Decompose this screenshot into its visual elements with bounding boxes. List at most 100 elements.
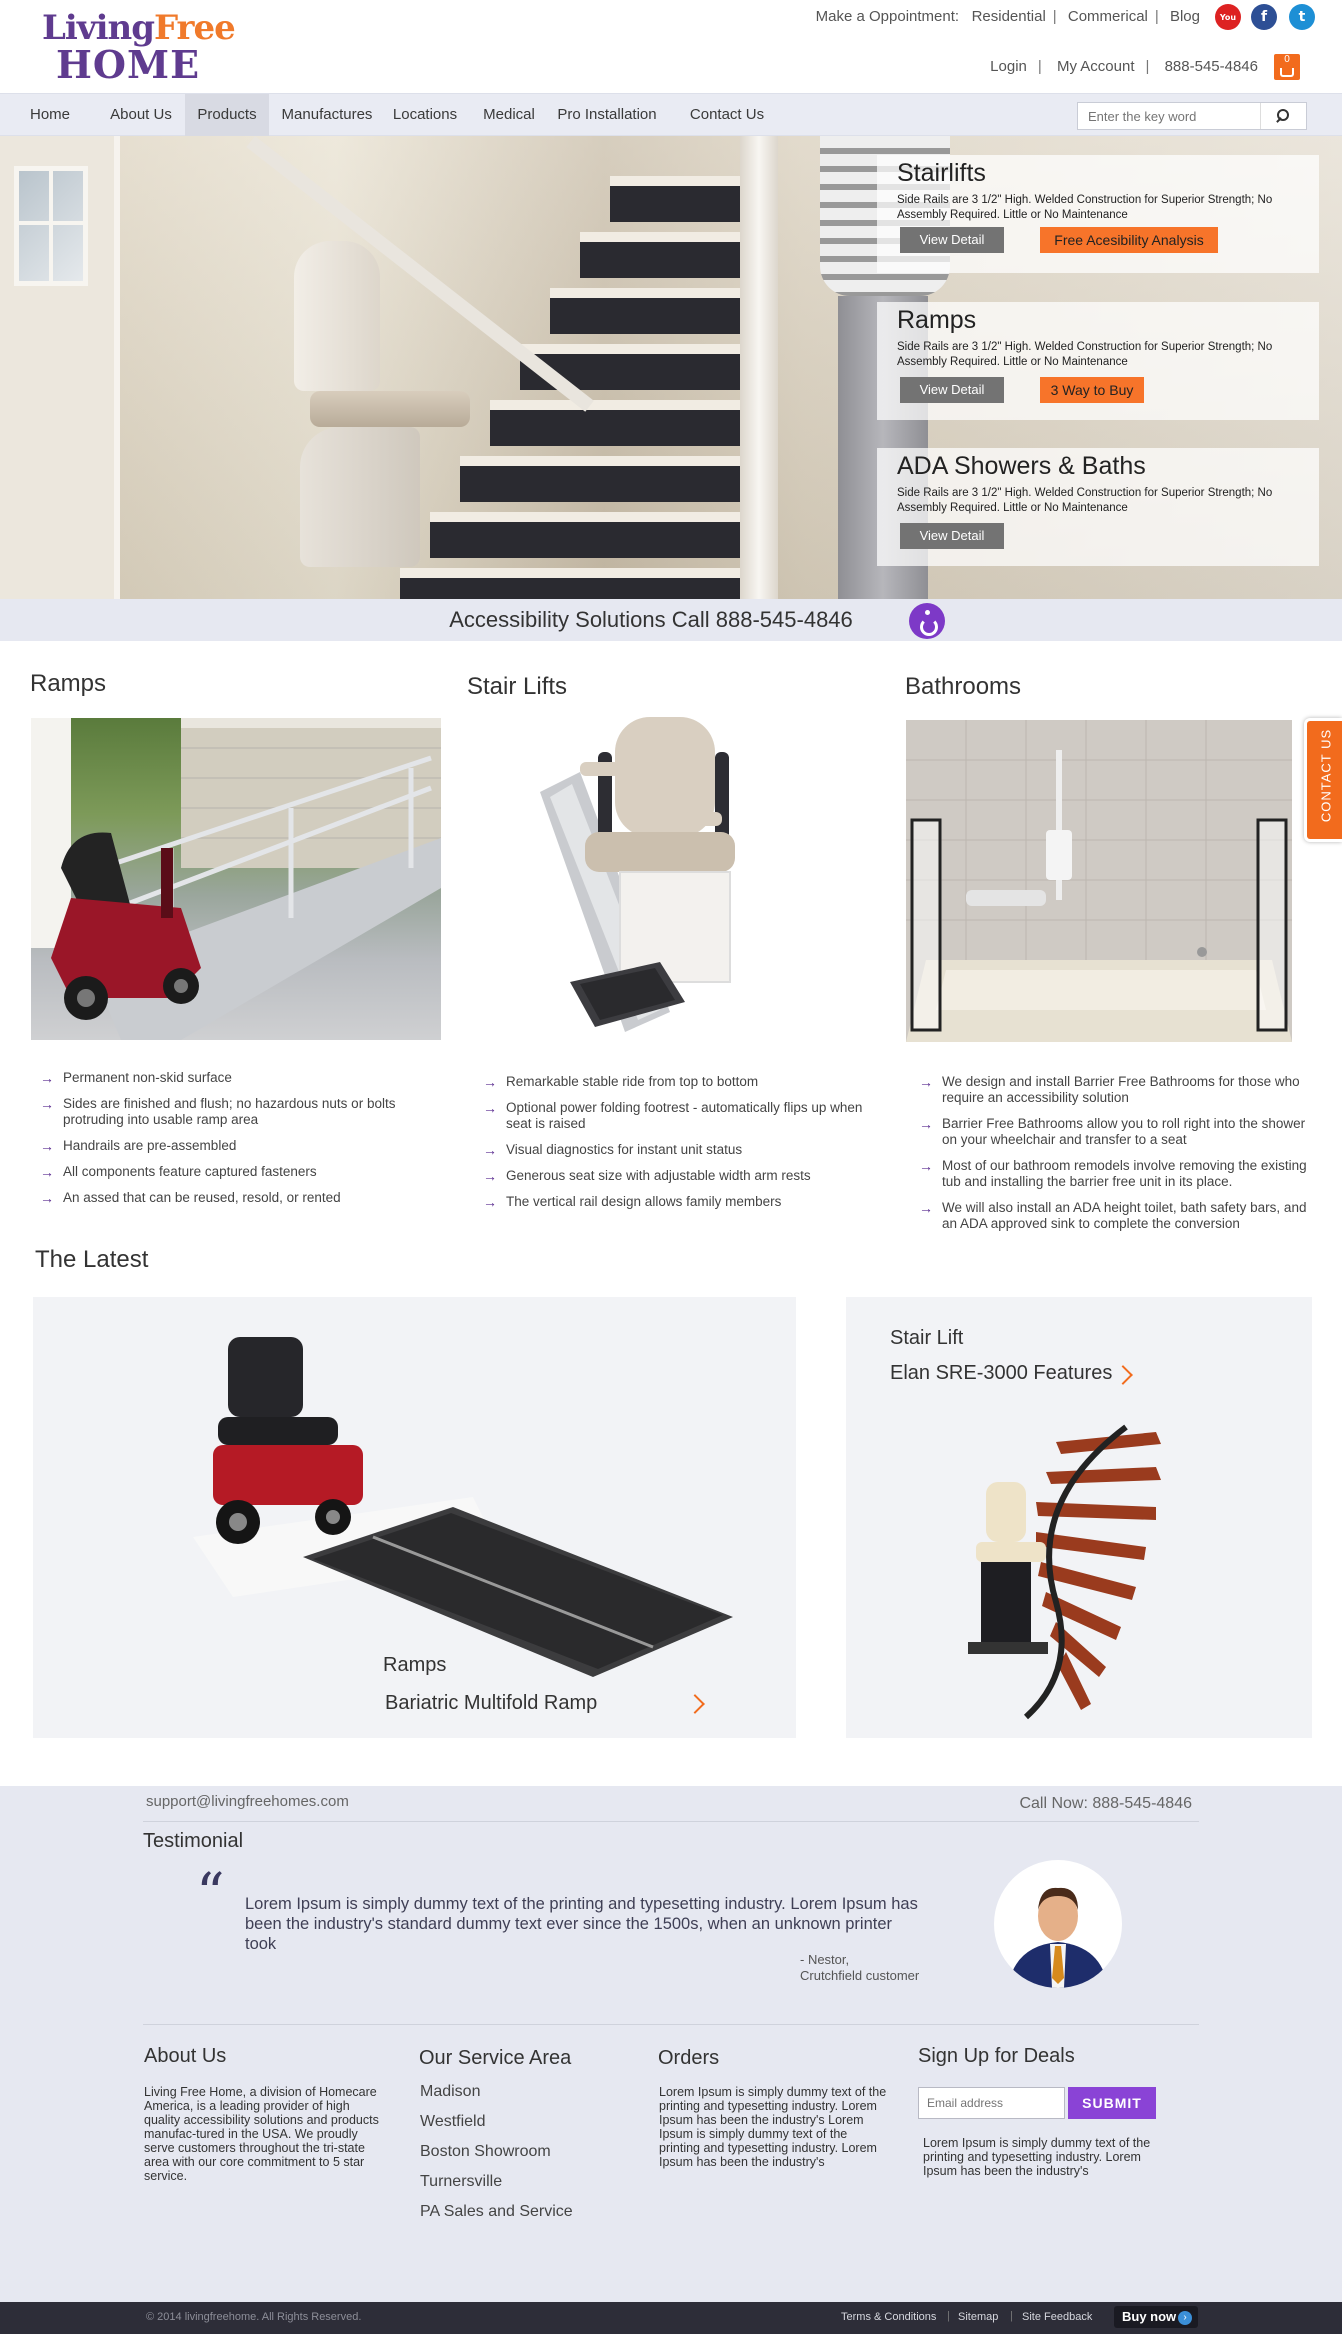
support-email-link[interactable]: support@livingfreehomes.com	[146, 1793, 349, 1810]
terms-link[interactable]: Terms & Conditions	[841, 2311, 936, 2323]
sitemap-link[interactable]: Sitemap	[958, 2311, 998, 2323]
commercial-link[interactable]: Commerical	[1068, 8, 1148, 25]
separator: |	[1145, 58, 1150, 75]
promo-ada-showers: ADA Showers & Baths Side Rails are 3 1/2…	[877, 448, 1319, 566]
wheelchair-icon	[909, 603, 945, 639]
ramps-image[interactable]	[31, 718, 441, 1040]
testimonial-title: Testimonial	[143, 1830, 244, 1852]
site-header: LivingFree HOME Make a Oppointment: Resi…	[0, 0, 1342, 93]
latest-ramp-name[interactable]: Bariatric Multifold Ramp	[385, 1692, 597, 1715]
latest-stairlift-name[interactable]: Elan SRE-3000 Features	[890, 1362, 1112, 1385]
service-area-link-pa-sales[interactable]: PA Sales and Service	[420, 2203, 573, 2221]
service-area-link-turnersville[interactable]: Turnersville	[420, 2173, 502, 2191]
call-strip: Accessibility Solutions Call 888-545-484…	[0, 599, 1342, 641]
latest-ramp-category: Ramps	[383, 1654, 447, 1676]
service-area-link-madison[interactable]: Madison	[420, 2083, 480, 2101]
top-links: Make a Oppointment: Residential | Commeri…	[816, 8, 1200, 25]
site-feedback-link[interactable]: Site Feedback	[1022, 2311, 1092, 2323]
login-link[interactable]: Login	[990, 58, 1027, 75]
contact-tab-label: CONTACT US	[1318, 728, 1334, 823]
latest-card-ramp[interactable]: Ramps Bariatric Multifold Ramp	[33, 1297, 796, 1738]
nav-item-contact-us[interactable]: Contact Us	[682, 94, 772, 136]
free-analysis-button[interactable]: Free Acesibility Analysis	[1040, 227, 1218, 253]
footer-divider	[143, 1821, 1199, 1822]
nav-item-pro-installation[interactable]: Pro Installation	[552, 94, 662, 136]
latest-card-stairlift[interactable]: Stair Lift Elan SRE-3000 Features	[846, 1297, 1312, 1738]
promo-title: Ramps	[897, 306, 977, 334]
nav-item-locations[interactable]: Locations	[387, 94, 463, 136]
nav-item-manufactures[interactable]: Manufactures	[276, 94, 378, 136]
testimonial-quote: Lorem Ipsum is simply dummy text of the …	[245, 1895, 918, 1953]
email-field[interactable]	[918, 2087, 1065, 2119]
arrow-right-icon[interactable]: ›	[1178, 2311, 1192, 2325]
view-detail-button[interactable]: View Detail	[900, 377, 1004, 403]
signup-title: Sign Up for Deals	[918, 2045, 1075, 2067]
search-input[interactable]	[1078, 103, 1258, 129]
stairlift-chair-illustration	[540, 717, 735, 1032]
promo-text: Side Rails are 3 1/2" High. Welded Const…	[897, 194, 1273, 221]
blog-link[interactable]: Blog	[1170, 8, 1200, 25]
youtube-icon[interactable]: You	[1215, 4, 1241, 30]
list-item: We will also install an ADA height toile…	[919, 1200, 1319, 1232]
residential-link[interactable]: Residential	[972, 8, 1046, 25]
separator: |	[1052, 8, 1057, 25]
service-area-link-westfield[interactable]: Westfield	[420, 2113, 486, 2131]
latest-title: The Latest	[35, 1246, 149, 1273]
cart-icon[interactable]: 0	[1274, 54, 1300, 80]
nav-item-home[interactable]: Home	[14, 94, 86, 136]
hero-post-decor	[740, 136, 778, 599]
service-area-link-boston-showroom[interactable]: Boston Showroom	[420, 2143, 551, 2161]
orders-title: Orders	[658, 2047, 720, 2069]
hero-door-decor	[0, 136, 120, 599]
promo-text: Side Rails are 3 1/2" High. Welded Const…	[897, 341, 1273, 368]
facebook-icon[interactable]: f	[1251, 4, 1277, 30]
list-item: Visual diagnostics for instant unit stat…	[483, 1142, 863, 1158]
promo-title: ADA Showers & Baths	[897, 452, 1146, 480]
chevron-right-icon[interactable]	[1113, 1365, 1133, 1385]
bathroom-shower-illustration	[906, 720, 1292, 1042]
testimonial-author-role: Crutchfield customer	[800, 1968, 920, 1983]
cart-count: 0	[1284, 54, 1290, 65]
view-detail-button[interactable]: View Detail	[900, 523, 1004, 549]
separator: |	[1010, 2310, 1013, 2322]
site-logo[interactable]: LivingFree HOME	[40, 8, 236, 87]
nav-item-about-us[interactable]: About Us	[102, 94, 180, 136]
testimonial-person-avatar	[1008, 1887, 1108, 1988]
main-nav: Home About Us Products Manufactures Loca…	[0, 93, 1342, 136]
logo-home-text: HOME	[56, 42, 201, 87]
list-item: Sides are finished and flush; no hazardo…	[40, 1096, 440, 1128]
view-detail-button[interactable]: View Detail	[900, 227, 1004, 253]
list-item: All components feature captured fastener…	[40, 1164, 440, 1180]
hero-stairlift-decor	[280, 241, 480, 571]
spiral-stairlift-illustration	[968, 1424, 1161, 1720]
ramp-scooter-illustration	[31, 718, 441, 1040]
list-item: Permanent non-skid surface	[40, 1070, 440, 1086]
appointment-label: Make a Oppointment:	[815, 8, 960, 25]
latest-stairlift-category: Stair Lift	[890, 1327, 964, 1349]
list-item: Optional power folding footrest - automa…	[483, 1100, 863, 1132]
signup-text: Lorem Ipsum is simply dummy text of the …	[923, 2136, 1151, 2178]
list-item: Generous seat size with adjustable width…	[483, 1168, 863, 1184]
my-account-link[interactable]: My Account	[1057, 58, 1135, 75]
separator: |	[1037, 58, 1042, 75]
list-item: Barrier Free Bathrooms allow you to roll…	[919, 1116, 1319, 1148]
list-item: An assed that can be reused, resold, or …	[40, 1190, 440, 1206]
list-item: Remarkable stable ride from top to botto…	[483, 1074, 863, 1090]
list-item: The vertical rail design allows family m…	[483, 1194, 863, 1210]
contact-us-tab[interactable]: CONTACT US	[1304, 718, 1342, 842]
stair-lifts-image[interactable]	[510, 712, 770, 1042]
bathrooms-image[interactable]	[906, 720, 1292, 1042]
promo-title: Stairlifts	[897, 159, 986, 187]
header-phone: 888-545-4846	[1164, 58, 1258, 75]
nav-item-medical[interactable]: Medical	[474, 94, 544, 136]
twitter-icon[interactable]: t	[1289, 4, 1315, 30]
stair-lifts-feature-list: Remarkable stable ride from top to botto…	[483, 1074, 863, 1220]
search-icon[interactable]	[1260, 103, 1306, 129]
submit-button[interactable]: SUBMIT	[1068, 2087, 1156, 2119]
list-item: We design and install Barrier Free Bathr…	[919, 1074, 1319, 1106]
separator: |	[1154, 8, 1159, 25]
category-title-stair-lifts: Stair Lifts	[467, 673, 568, 700]
promo-stairlifts: Stairlifts Side Rails are 3 1/2" High. W…	[877, 155, 1319, 273]
three-ways-to-buy-button[interactable]: 3 Way to Buy	[1040, 377, 1144, 403]
nav-item-products[interactable]: Products	[185, 94, 269, 136]
